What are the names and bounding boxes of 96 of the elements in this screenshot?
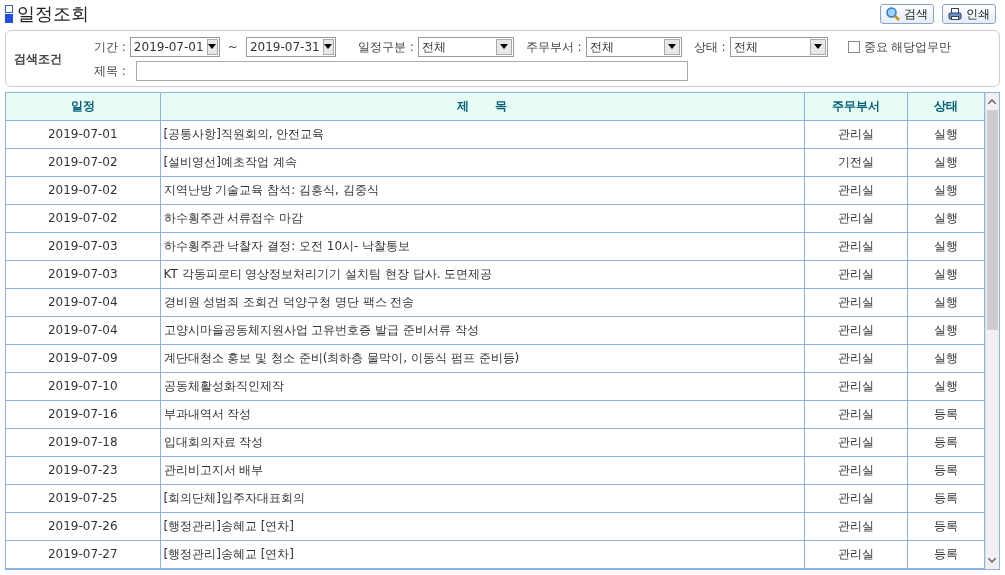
table-cell: 관리실 <box>804 316 907 345</box>
table-cell: [공통사항]직원회의, 안전교육 <box>160 120 804 149</box>
filter-dropdown[interactable]: 전체 <box>585 36 682 57</box>
table-cell: 부과내역서 작성 <box>160 400 804 429</box>
filter-dropdown[interactable]: 전체 <box>729 36 828 57</box>
page-title: 일정조회 <box>17 3 89 25</box>
filter-dropdown[interactable]: 전체 <box>417 36 514 57</box>
dropdown-arrow-icon <box>324 44 333 49</box>
table-cell: 관리실 <box>804 400 907 429</box>
scroll-up-icon[interactable] <box>988 99 997 104</box>
table-cell: 실행 <box>907 120 984 149</box>
table-cell: 2019-07-03 <box>6 232 160 261</box>
table-cell: 2019-07-03 <box>6 260 160 289</box>
dropdown-arrow-icon <box>667 44 676 49</box>
table-cell: 2019-07-16 <box>6 400 160 429</box>
table-cell: 2019-07-18 <box>6 428 160 457</box>
table-cell: 지역난방 기술교육 참석: 김흥식, 김중식 <box>160 176 804 205</box>
table-cell: 등록 <box>907 428 984 457</box>
table-cell: 계단대청소 홍보 및 청소 준비(최하층 물막이, 이동식 펌프 준비등) <box>160 344 804 373</box>
table-cell: 관리실 <box>804 540 907 569</box>
table-cell: 2019-07-02 <box>6 148 160 177</box>
table-cell: 2019-07-02 <box>6 204 160 233</box>
table-cell: 실행 <box>907 176 984 205</box>
table-cell: 실행 <box>907 344 984 373</box>
table-cell: 관리실 <box>804 232 907 261</box>
table-cell: 관리실 <box>804 288 907 317</box>
table-cell: 공동체활성화직인제작 <box>160 372 804 401</box>
table-cell: 하수횡주관 서류접수 마감 <box>160 204 804 233</box>
date-dropdown[interactable]: 2019-07-31 <box>245 36 336 57</box>
date-dropdown[interactable]: 2019-07-01 <box>129 36 220 57</box>
table-cell: 하수횡주관 낙찰자 결정: 오전 10시- 낙찰통보 <box>160 232 804 261</box>
table-cell: 관리비고지서 배부 <box>160 456 804 485</box>
table-cell: 2019-07-04 <box>6 288 160 317</box>
search-button[interactable]: 검색 <box>880 4 934 24</box>
table-cell: 등록 <box>907 400 984 429</box>
table-cell: 2019-07-09 <box>6 344 160 373</box>
table-cell: 관리실 <box>804 512 907 541</box>
table-cell: 2019-07-27 <box>6 540 160 569</box>
period-label: 기간 : <box>94 38 126 56</box>
table-cell: [행정관리]송혜교 [연차] <box>160 540 804 569</box>
table-cell: 2019-07-10 <box>6 372 160 401</box>
table-cell: 실행 <box>907 148 984 177</box>
table-cell: 2019-07-01 <box>6 120 160 149</box>
table-cell: 경비원 성범죄 조회건 덕양구청 명단 팩스 전송 <box>160 288 804 317</box>
table-cell: 관리실 <box>804 120 907 149</box>
table-cell: 등록 <box>907 540 984 569</box>
table-cell: 실행 <box>907 232 984 261</box>
dropdown-arrow-icon <box>813 44 822 49</box>
subject-input-field[interactable] <box>136 60 688 81</box>
table-cell: 실행 <box>907 372 984 401</box>
column-header[interactable]: 제 목 <box>160 93 804 120</box>
table-cell: [행정관리]송혜교 [연차] <box>160 512 804 541</box>
table-cell: [회의단체]입주자대표회의 <box>160 484 804 513</box>
subject-label: 제목 : <box>94 62 127 80</box>
table-cell: 2019-07-25 <box>6 484 160 513</box>
table-cell: 실행 <box>907 316 984 345</box>
column-header[interactable]: 주무부서 <box>804 93 907 120</box>
table-cell: 2019-07-26 <box>6 512 160 541</box>
table-cell: 관리실 <box>804 204 907 233</box>
filter-label: 주무부서 : <box>525 38 582 56</box>
table-cell: 실행 <box>907 260 984 289</box>
filter-label: 상태 : <box>693 38 726 56</box>
table-cell: 관리실 <box>804 372 907 401</box>
table-cell: 관리실 <box>804 260 907 289</box>
column-header[interactable]: 상태 <box>907 93 984 120</box>
table-cell: 고양시마을공동체지원사업 고유번호증 발급 준비서류 작성 <box>160 316 804 345</box>
table-cell: KT 각동피로티 영상정보처리기기 설치팀 현장 답사. 도면제공 <box>160 260 804 289</box>
table-cell: 등록 <box>907 512 984 541</box>
table-cell: 관리실 <box>804 344 907 373</box>
table-cell: 실행 <box>907 288 984 317</box>
filter-label: 일정구분 : <box>357 38 414 56</box>
table-cell: 관리실 <box>804 456 907 485</box>
table-cell: 등록 <box>907 456 984 485</box>
table-cell: 2019-07-23 <box>6 456 160 485</box>
table-cell: [설비영선]예초작업 계속 <box>160 148 804 177</box>
column-header[interactable]: 일정 <box>6 93 160 120</box>
table-cell: 실행 <box>907 204 984 233</box>
title-icon <box>5 5 13 23</box>
checkbox[interactable] <box>847 40 860 53</box>
print-button[interactable]: 인쇄 <box>942 4 996 24</box>
table-cell: 입대회의자료 작성 <box>160 428 804 457</box>
table-cell: 관리실 <box>804 484 907 513</box>
dropdown-arrow-icon <box>499 44 508 49</box>
scroll-down-icon[interactable] <box>988 558 997 563</box>
table-cell: 관리실 <box>804 176 907 205</box>
range-separator: ~ <box>227 38 238 56</box>
search-conditions-label: 검색조건 <box>14 50 63 68</box>
dropdown-arrow-icon <box>208 44 217 49</box>
table-cell: 2019-07-04 <box>6 316 160 345</box>
printer-icon <box>948 7 962 21</box>
table-cell: 2019-07-02 <box>6 176 160 205</box>
checkbox-label: 중요 해당업무만 <box>863 38 952 56</box>
search-icon <box>886 7 900 21</box>
table-cell: 기전실 <box>804 148 907 177</box>
table-cell: 관리실 <box>804 428 907 457</box>
table-cell: 등록 <box>907 484 984 513</box>
